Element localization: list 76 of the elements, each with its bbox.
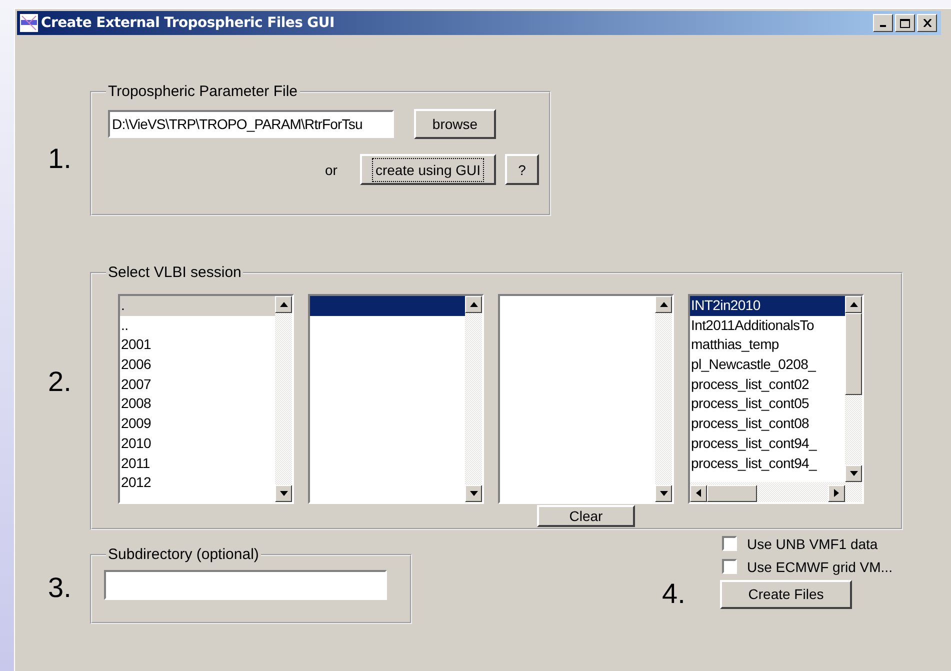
down-arrow-icon [660,491,668,496]
checkbox-label: Use UNB VMF1 data [747,536,878,552]
browse-button[interactable]: browse [414,109,496,139]
create-files-button[interactable]: Create Files [720,580,852,608]
list-item[interactable]: .. [120,316,275,336]
scroll-up-button[interactable] [655,296,672,313]
checkbox[interactable] [722,559,737,574]
list-item[interactable]: process_list_cont94_ [690,454,845,474]
minimize-button[interactable] [873,14,893,32]
list-box[interactable]: INT2in2010 Int2011AdditionalsTo matthias_temp pl_Newcastle_0208_ process_list_cont02 process_list_cont05 process_list_cont08 process_list_cont94_ process_list_cont94_ [688,294,864,504]
scroll-down-button[interactable] [275,485,292,502]
list-item[interactable]: 2001 [120,335,275,356]
vertical-scrollbar[interactable] [655,296,672,502]
right-arrow-icon [834,489,839,497]
scroll-down-button[interactable] [465,485,482,502]
group-title: Tropospheric Parameter File [107,83,299,100]
list-item[interactable]: 2007 [120,374,275,394]
scrollbar-corner [845,482,862,502]
scroll-thumb[interactable] [707,484,757,502]
list-item[interactable]: Int2011AdditionalsTo [690,316,845,336]
list-box[interactable]: . .. 2001 2006 2007 2008 2009 2010 2011 2012 [118,294,294,504]
list-item[interactable]: 2006 [120,355,275,375]
window-title: Create External Tropospheric Files GUI [41,15,334,31]
close-button[interactable] [917,14,937,32]
up-arrow-icon [280,302,288,307]
close-icon [922,19,932,27]
up-arrow-icon [850,302,858,307]
help-button[interactable]: ? [505,154,539,185]
horizontal-scrollbar[interactable] [690,482,845,502]
list-item[interactable]: matthias_temp [690,335,845,356]
list-item[interactable]: . [120,296,275,316]
step-number: 3. [47,572,72,605]
left-arrow-icon [696,489,701,497]
app-logo-icon [20,14,38,32]
list-item[interactable]: INT2in2010 [690,296,845,316]
down-arrow-icon [280,491,288,496]
list-item[interactable]: process_list_cont05 [690,394,845,414]
up-arrow-icon [470,302,478,307]
group-title: Subdirectory (optional) [107,546,260,563]
down-arrow-icon [850,471,858,476]
list-item[interactable]: process_list_cont08 [690,414,845,434]
list-item[interactable]: pl_Newcastle_0208_ [690,355,845,375]
list-item[interactable]: 2012 [120,473,275,493]
checkbox-label: Use ECMWF grid VM... [747,558,892,574]
scroll-down-button[interactable] [655,485,672,502]
list-item[interactable]: 2011 [120,454,275,474]
list-box[interactable] [308,294,484,504]
down-arrow-icon [470,491,478,496]
scroll-left-button[interactable] [690,484,707,502]
scroll-thumb[interactable] [845,313,862,395]
checkbox[interactable] [722,536,737,551]
list-item[interactable]: 2009 [120,414,275,434]
scroll-up-button[interactable] [465,296,482,313]
create-using-gui-button[interactable]: create using GUI [360,154,496,185]
maximize-button[interactable] [895,14,915,32]
vertical-scrollbar[interactable] [845,296,862,482]
or-label: or [325,162,338,178]
scroll-right-button[interactable] [828,484,845,502]
vertical-scrollbar[interactable] [465,296,482,502]
up-arrow-icon [660,302,668,307]
clear-button[interactable]: Clear [537,505,635,527]
step-number: 4. [662,578,686,610]
scroll-up-button[interactable] [845,296,862,313]
list-item[interactable]: 2008 [120,394,275,414]
list-item[interactable]: process_list_cont02 [690,374,845,394]
list-item[interactable]: 2010 [120,434,275,454]
scroll-down-button[interactable] [845,465,862,482]
vertical-scrollbar[interactable] [275,296,292,502]
scroll-up-button[interactable] [275,296,292,313]
list-item[interactable]: process_list_cont94_ [690,434,845,454]
step-number: 2. [47,366,72,398]
path-field[interactable]: D:\VieVS\TRP\TROPO_PARAM\RtrForTsu [108,110,394,138]
subdirectory-field[interactable] [104,570,387,600]
step-number: 1. [47,143,72,175]
maximize-icon [900,18,910,28]
group-title: Select VLBI session [107,264,242,281]
